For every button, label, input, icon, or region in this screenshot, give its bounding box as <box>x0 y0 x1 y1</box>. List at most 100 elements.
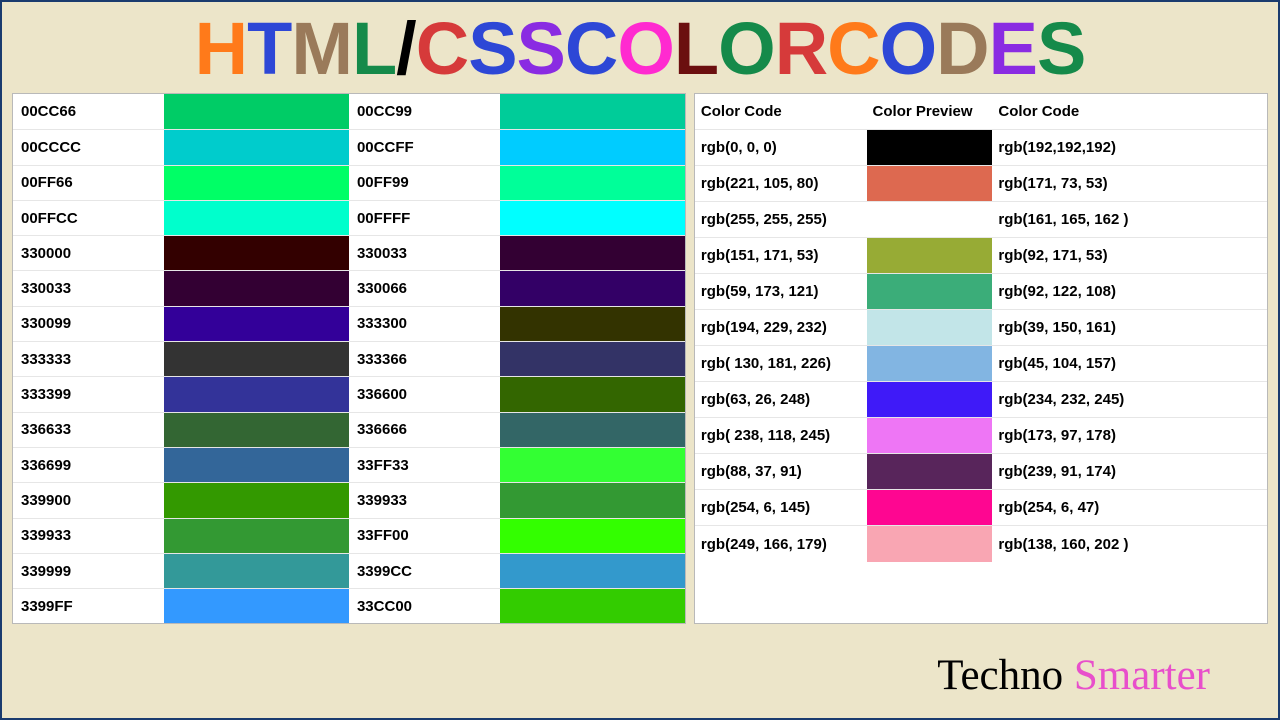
rgb-code-b: rgb(138, 160, 202 ) <box>992 526 1164 562</box>
hex-code-a: 00FFCC <box>13 201 164 235</box>
rgb-code-b: rgb(192,192,192) <box>992 130 1164 165</box>
title-char: O <box>880 6 937 91</box>
rgb-header-preview: Color Preview <box>867 103 993 120</box>
rgb-row: rgb(88, 37, 91)rgb(239, 91, 174) <box>695 454 1267 490</box>
hex-code-b: 33FF00 <box>349 519 500 553</box>
title-char: T <box>247 6 291 91</box>
rgb-row: rgb(249, 166, 179) rgb(138, 160, 202 ) <box>695 526 1267 562</box>
hex-swatch-a <box>164 94 349 129</box>
hex-code-a: 333333 <box>13 342 164 376</box>
rgb-code-a: rgb(194, 229, 232) <box>695 310 867 345</box>
rgb-row: rgb(254, 6, 145)rgb(254, 6, 47) <box>695 490 1267 526</box>
hex-swatch-b <box>500 342 685 376</box>
hex-swatch-b <box>500 483 685 517</box>
brand-footer: Techno Smarter <box>937 651 1210 700</box>
rgb-swatch <box>867 346 993 381</box>
hex-code-b: 333300 <box>349 307 500 341</box>
hex-code-b: 33FF33 <box>349 448 500 482</box>
rgb-code-a: rgb(254, 6, 145) <box>695 490 867 525</box>
hex-code-b: 336600 <box>349 377 500 411</box>
hex-swatch-a <box>164 413 349 447</box>
hex-row: 00CCCC00CCFF <box>13 129 685 164</box>
hex-code-b: 330066 <box>349 271 500 305</box>
hex-row: 339900 339933 <box>13 482 685 517</box>
rgb-row: rgb(255, 255, 255) rgb(161, 165, 162 ) <box>695 202 1267 238</box>
hex-code-b: 00CCFF <box>349 130 500 164</box>
hex-code-b: 333366 <box>349 342 500 376</box>
title-char: H <box>195 6 247 91</box>
hex-row: 00CC66 00CC99 <box>13 94 685 129</box>
hex-swatch-a <box>164 166 349 200</box>
rgb-row: rgb( 130, 181, 226)rgb(45, 104, 157) <box>695 346 1267 382</box>
hex-row: 00FFCC 00FFFF <box>13 200 685 235</box>
rgb-code-a: rgb(88, 37, 91) <box>695 454 867 489</box>
rgb-code-a: rgb(221, 105, 80) <box>695 166 867 201</box>
hex-row: 330000 330033 <box>13 235 685 270</box>
hex-code-a: 00FF66 <box>13 166 164 200</box>
hex-code-a: 339999 <box>13 554 164 588</box>
rgb-row: rgb(221, 105, 80)rgb(171, 73, 53) <box>695 166 1267 202</box>
title-char: L <box>352 6 396 91</box>
title-char: / <box>396 6 416 91</box>
hex-swatch-a <box>164 554 349 588</box>
title-char: D <box>936 6 988 91</box>
page-title: HTML/CSS COLOR CODES <box>2 2 1278 93</box>
hex-swatch-b <box>500 166 685 200</box>
hex-swatch-a <box>164 589 349 623</box>
rgb-swatch <box>867 130 993 165</box>
title-char: E <box>989 6 1037 91</box>
rgb-swatch <box>867 490 993 525</box>
rgb-code-a: rgb(63, 26, 248) <box>695 382 867 417</box>
hex-code-a: 330099 <box>13 307 164 341</box>
rgb-row: rgb( 238, 118, 245)rgb(173, 97, 178) <box>695 418 1267 454</box>
rgb-swatch <box>867 238 993 273</box>
hex-swatch-b <box>500 377 685 411</box>
rgb-code-a: rgb(255, 255, 255) <box>695 202 867 237</box>
rgb-code-b: rgb(92, 122, 108) <box>992 274 1164 309</box>
rgb-code-b: rgb(161, 165, 162 ) <box>992 202 1164 237</box>
hex-swatch-b <box>500 589 685 623</box>
hex-swatch-a <box>164 342 349 376</box>
rgb-code-a: rgb(151, 171, 53) <box>695 238 867 273</box>
title-char: S <box>1037 6 1085 91</box>
hex-code-b: 00FFFF <box>349 201 500 235</box>
hex-row: 3399993399CC <box>13 553 685 588</box>
hex-swatch-b <box>500 448 685 482</box>
hex-row: 339933 33FF00 <box>13 518 685 553</box>
hex-swatch-a <box>164 483 349 517</box>
rgb-color-table: Color CodeColor PreviewColor Codergb(0, … <box>694 93 1268 624</box>
rgb-header-row: Color CodeColor PreviewColor Code <box>695 94 1267 130</box>
hex-row: 00FF6600FF99 <box>13 165 685 200</box>
title-char: O <box>617 6 674 91</box>
hex-code-a: 330000 <box>13 236 164 270</box>
hex-code-b: 336666 <box>349 413 500 447</box>
rgb-code-a: rgb(249, 166, 179) <box>695 526 867 562</box>
rgb-code-a: rgb( 238, 118, 245) <box>695 418 867 453</box>
hex-swatch-a <box>164 448 349 482</box>
rgb-code-b: rgb(92, 171, 53) <box>992 238 1164 273</box>
hex-code-a: 00CC66 <box>13 94 164 129</box>
hex-code-a: 339900 <box>13 483 164 517</box>
rgb-swatch <box>867 202 993 237</box>
rgb-code-a: rgb(0, 0, 0) <box>695 130 867 165</box>
hex-code-b: 33CC00 <box>349 589 500 623</box>
hex-row: 330033 330066 <box>13 270 685 305</box>
title-char: C <box>827 6 879 91</box>
rgb-row: rgb(59, 173, 121) rgb(92, 122, 108) <box>695 274 1267 310</box>
title-char: C <box>416 6 468 91</box>
hex-swatch-b <box>500 519 685 553</box>
hex-code-a: 336699 <box>13 448 164 482</box>
hex-code-b: 330033 <box>349 236 500 270</box>
rgb-code-b: rgb(45, 104, 157) <box>992 346 1164 381</box>
hex-row: 333333 333366 <box>13 341 685 376</box>
hex-code-b: 00CC99 <box>349 94 500 129</box>
hex-code-b: 339933 <box>349 483 500 517</box>
hex-code-a: 339933 <box>13 519 164 553</box>
hex-swatch-b <box>500 201 685 235</box>
rgb-code-a: rgb(59, 173, 121) <box>695 274 867 309</box>
rgb-swatch <box>867 166 993 201</box>
hex-code-a: 330033 <box>13 271 164 305</box>
rgb-code-b: rgb(39, 150, 161) <box>992 310 1164 345</box>
hex-code-a: 333399 <box>13 377 164 411</box>
title-char: S <box>468 6 516 91</box>
